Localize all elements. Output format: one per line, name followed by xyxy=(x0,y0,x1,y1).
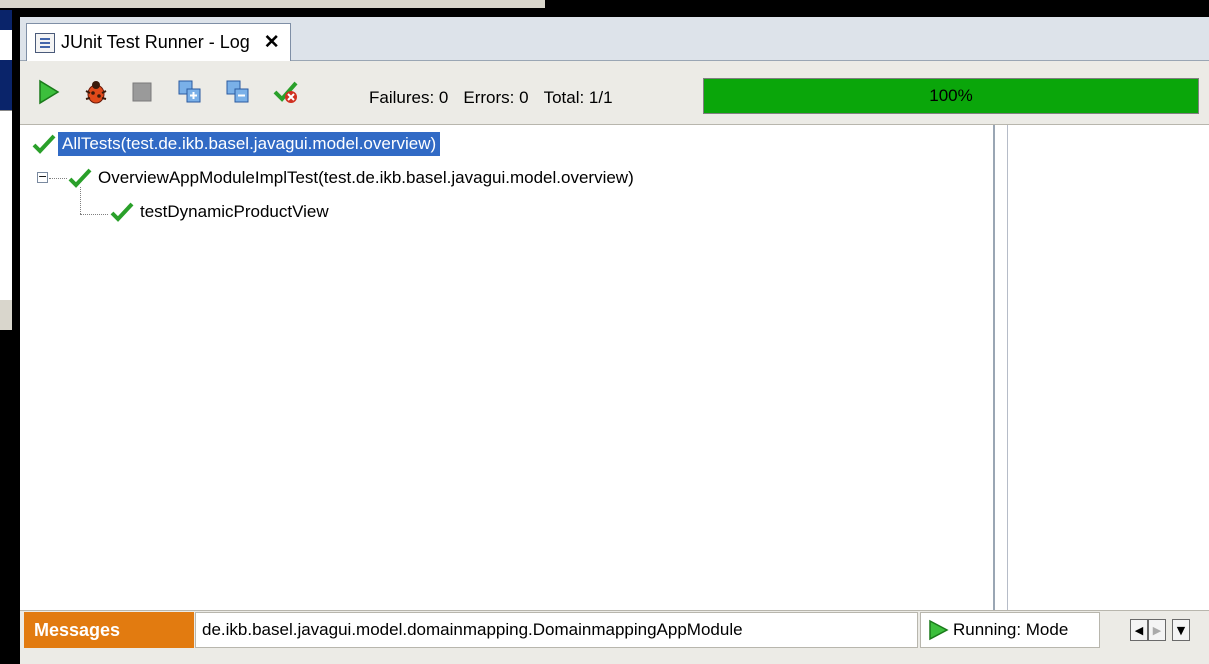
passed-check-icon xyxy=(110,202,134,222)
background-window-fragment xyxy=(0,60,12,110)
tab-list-dropdown[interactable]: ▼ xyxy=(1172,619,1190,641)
scroll-left-button[interactable]: ◀ xyxy=(1130,619,1148,641)
background-window-fragment xyxy=(0,110,12,300)
background-window-fragment xyxy=(0,10,12,30)
message-path[interactable]: de.ikb.basel.javagui.model.domainmapping… xyxy=(195,612,918,648)
scroll-right-button[interactable]: ▶ xyxy=(1148,619,1166,641)
test-tree: AllTests(test.de.ikb.basel.javagui.model… xyxy=(20,125,994,610)
run-icon xyxy=(39,79,60,105)
tree-node-alltests[interactable]: AllTests(test.de.ikb.basel.javagui.model… xyxy=(32,130,441,158)
screen: JUnit Test Runner - Log ✕ Failures: 0 Er… xyxy=(0,0,1209,664)
close-icon[interactable]: ✕ xyxy=(264,31,280,54)
tree-node-label: AllTests(test.de.ikb.basel.javagui.model… xyxy=(58,132,441,156)
tree-node-label: OverviewAppModuleImplTest(test.de.ikb.ba… xyxy=(98,168,634,187)
collapse-all-button[interactable] xyxy=(224,77,252,107)
status-bar: Messages de.ikb.basel.javagui.model.doma… xyxy=(20,610,1209,649)
collapse-all-icon xyxy=(226,80,249,103)
run-icon xyxy=(929,619,949,641)
tree-node-label: testDynamicProductView xyxy=(140,202,329,221)
toolbar: Failures: 0 Errors: 0 Total: 1/1 100% xyxy=(20,62,1209,125)
tab-bar: JUnit Test Runner - Log ✕ xyxy=(20,17,1209,61)
background-window-fragment xyxy=(0,300,12,330)
running-status[interactable]: Running: Mode xyxy=(920,612,1100,648)
tab-title: JUnit Test Runner - Log xyxy=(61,32,250,52)
errors-count: Errors: 0 xyxy=(463,88,529,107)
chevron-down-icon: ▼ xyxy=(1176,623,1186,637)
detail-pane[interactable] xyxy=(994,125,1209,610)
background-window-edge xyxy=(0,0,545,10)
passed-check-icon xyxy=(68,168,92,188)
chevron-right-icon: ▶ xyxy=(1152,623,1162,637)
progress-bar: 100% xyxy=(703,78,1199,114)
test-stats: Failures: 0 Errors: 0 Total: 1/1 xyxy=(369,88,613,108)
stop-button[interactable] xyxy=(128,77,156,107)
tree-node-overview-test[interactable]: OverviewAppModuleImplTest(test.de.ikb.ba… xyxy=(68,164,638,192)
tree-connector xyxy=(49,178,67,179)
log-document-icon xyxy=(35,32,55,53)
messages-tab[interactable]: Messages xyxy=(24,612,194,648)
running-label: Running: Mode xyxy=(953,620,1069,639)
debug-button[interactable] xyxy=(82,77,110,107)
total-count: Total: 1/1 xyxy=(543,88,613,107)
background-window-fragment xyxy=(0,30,12,60)
tree-connector xyxy=(80,214,108,215)
junit-runner-panel: JUnit Test Runner - Log ✕ Failures: 0 Er… xyxy=(16,13,1209,664)
tree-node-test-method[interactable]: testDynamicProductView xyxy=(110,198,333,226)
passed-check-icon xyxy=(32,134,56,154)
stop-icon xyxy=(132,82,152,102)
expand-all-button[interactable] xyxy=(176,77,204,107)
run-button[interactable] xyxy=(34,77,62,107)
debug-bug-icon xyxy=(85,81,107,104)
rerun-failed-button[interactable] xyxy=(272,77,300,107)
failures-count: Failures: 0 xyxy=(369,88,449,107)
expand-all-icon xyxy=(178,80,201,103)
rerun-failed-icon xyxy=(273,81,298,103)
window-bottom-edge xyxy=(20,649,1209,664)
tab-junit-runner-log[interactable]: JUnit Test Runner - Log ✕ xyxy=(26,23,291,61)
collapse-node-icon[interactable]: − xyxy=(37,171,48,183)
progress-text: 100% xyxy=(929,86,973,105)
chevron-left-icon: ◀ xyxy=(1134,623,1144,637)
